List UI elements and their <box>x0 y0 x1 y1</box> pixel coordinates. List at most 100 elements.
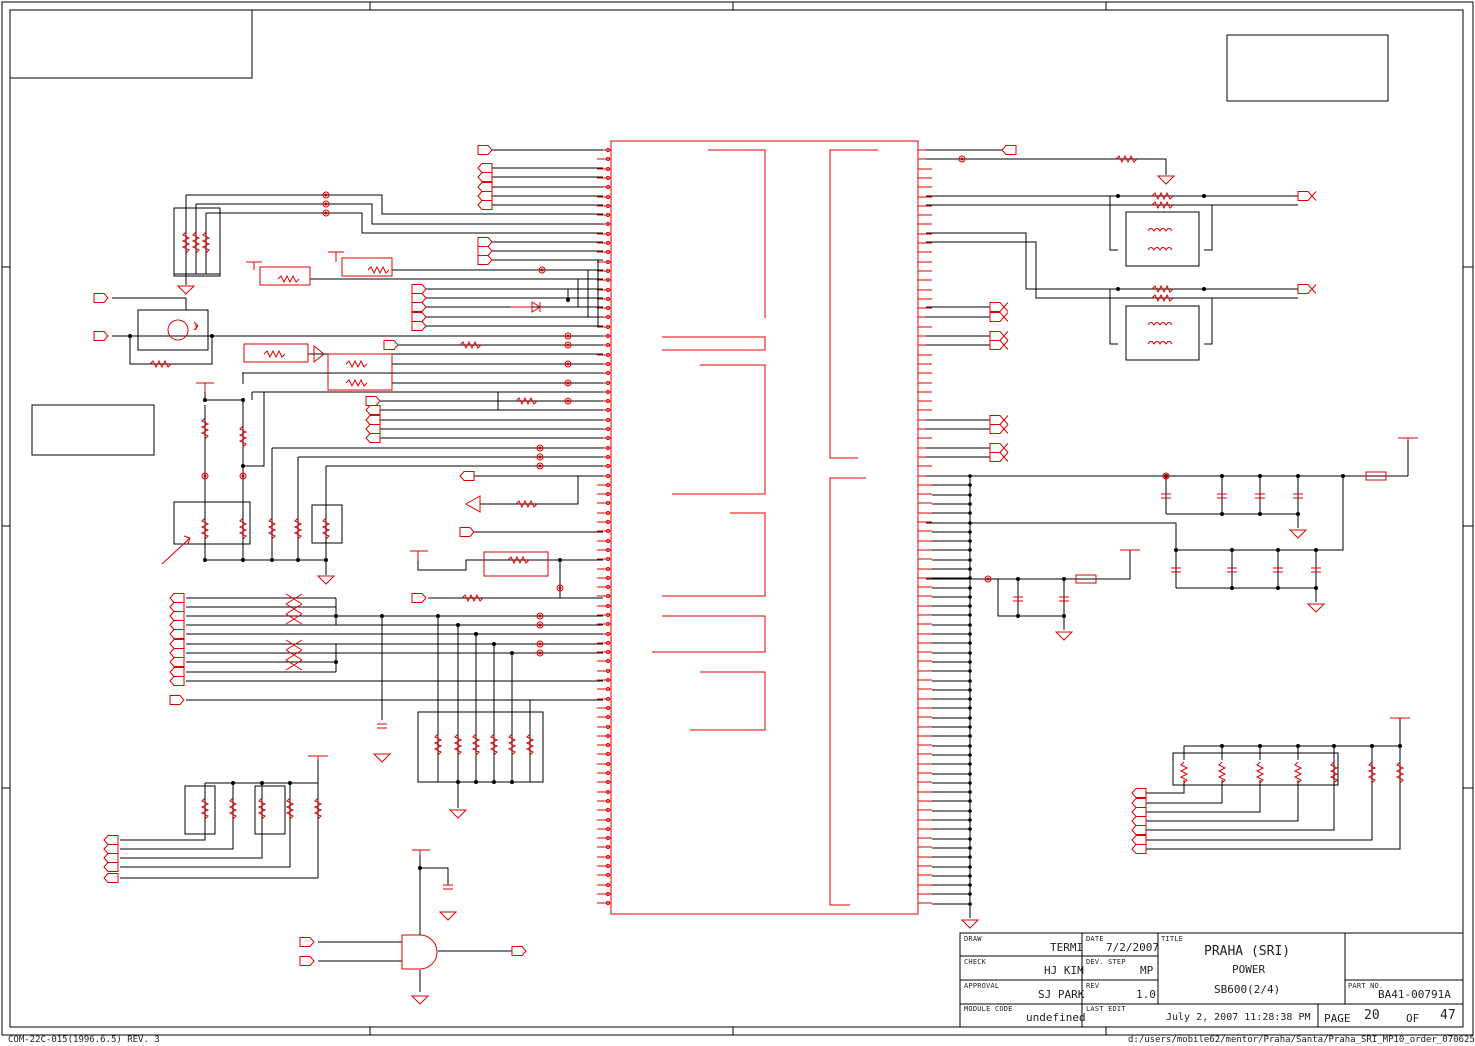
junction-dot <box>968 474 972 478</box>
junction-dot <box>968 781 972 785</box>
off-page-connector <box>365 396 381 406</box>
last-edit-value: July 2, 2007 11:28:38 PM <box>1166 1012 1311 1023</box>
off-page-connector <box>477 163 493 173</box>
junction-dot <box>566 298 570 302</box>
junction-dot <box>968 697 972 701</box>
off-page-connector <box>459 527 475 537</box>
junction-dot <box>1341 474 1345 478</box>
off-page-connector <box>477 145 493 155</box>
junction-dot <box>510 780 514 784</box>
off-page-connector <box>299 937 315 947</box>
approval-label: APPROVAL <box>964 982 1000 990</box>
junction-dot <box>241 464 245 468</box>
junction-dot <box>968 483 972 487</box>
junction-dot <box>558 558 562 562</box>
page-value: 20 <box>1364 1008 1380 1023</box>
title-line3: SB600(2/4) <box>1214 983 1281 996</box>
junction-dot <box>241 558 245 562</box>
title-line2: POWER <box>1232 963 1266 976</box>
junction-dot <box>203 398 207 402</box>
junction-dot <box>968 799 972 803</box>
off-page-connector <box>1131 798 1147 808</box>
schematic-sheet <box>1 1 1474 1036</box>
junction-dot <box>474 780 478 784</box>
of-label: OF <box>1406 1012 1420 1025</box>
test-points <box>201 155 1170 657</box>
junction-dot <box>1116 287 1120 291</box>
junction-dot <box>968 827 972 831</box>
junction-dot <box>968 725 972 729</box>
junction-dot <box>1116 194 1120 198</box>
off-page-connector <box>169 620 185 630</box>
junction-dot <box>418 866 422 870</box>
rev-value: 1.0 <box>1136 988 1156 1001</box>
junction-dot <box>1016 577 1020 581</box>
junction-dot <box>203 558 207 562</box>
junction-dot <box>334 660 338 664</box>
page-label: PAGE <box>1324 1012 1351 1025</box>
check-value: HJ KIM <box>1044 964 1084 977</box>
junction-dot <box>1332 744 1336 748</box>
off-page-connector <box>1003 452 1009 462</box>
off-page-connector <box>365 424 381 434</box>
off-page-connector <box>169 676 185 686</box>
off-page-connector <box>365 405 381 415</box>
title-line1: PRAHA (SRI) <box>1204 944 1291 959</box>
junction-dot <box>968 558 972 562</box>
junction-dot <box>968 493 972 497</box>
off-page-connector <box>1297 191 1313 201</box>
junction-dot <box>968 753 972 757</box>
off-page-connector <box>411 284 427 294</box>
off-page-connector <box>989 452 1005 462</box>
junction-dot <box>380 614 384 618</box>
junction-dot <box>968 855 972 859</box>
junction-dot <box>270 558 274 562</box>
dev-step-value: MP <box>1140 964 1154 977</box>
junction-dot <box>968 790 972 794</box>
off-page-connector <box>411 312 427 322</box>
junction-dot <box>968 632 972 636</box>
junction-dot <box>968 669 972 673</box>
junction-dot <box>968 874 972 878</box>
junction-dot <box>492 642 496 646</box>
junction-dot <box>1062 614 1066 618</box>
junction-dot <box>968 902 972 906</box>
junction-dot <box>456 780 460 784</box>
junction-dot <box>968 641 972 645</box>
off-page-connector <box>989 424 1005 434</box>
junction-dot <box>968 883 972 887</box>
nets <box>112 149 1409 992</box>
off-page-connector <box>1131 807 1147 817</box>
junction-dot <box>1220 744 1224 748</box>
junction-dot <box>968 837 972 841</box>
junction-dot <box>1230 548 1234 552</box>
off-page-connector <box>169 593 185 603</box>
off-page-connector <box>383 340 399 350</box>
junction-dot <box>968 734 972 738</box>
junction-dot <box>968 892 972 896</box>
off-page-connector <box>989 415 1005 425</box>
junction-dot <box>1314 586 1318 590</box>
junction-dot <box>510 651 514 655</box>
off-page-connector <box>169 657 185 667</box>
off-page-connector <box>1001 145 1017 155</box>
junction-dot <box>1258 744 1262 748</box>
off-page-connector <box>103 873 119 883</box>
approval-value: SJ PARK <box>1038 988 1085 1001</box>
junction-dot <box>456 623 460 627</box>
off-page-connector <box>1131 788 1147 798</box>
junction-dot <box>968 548 972 552</box>
off-page-connector <box>989 443 1005 453</box>
off-page-connector <box>477 191 493 201</box>
junction-dot <box>968 762 972 766</box>
junction-dot <box>296 558 300 562</box>
off-page-connector <box>989 331 1005 341</box>
of-value: 47 <box>1440 1008 1456 1023</box>
junction-dot <box>968 744 972 748</box>
off-page-connector <box>103 853 119 863</box>
check-label: CHECK <box>964 958 987 966</box>
file-path: d:/users/mobile62/mentor/Praha/Santa/Pra… <box>1128 1035 1475 1045</box>
junction-dot <box>436 614 440 618</box>
junction-dot <box>968 623 972 627</box>
off-page-connector <box>1003 331 1009 341</box>
